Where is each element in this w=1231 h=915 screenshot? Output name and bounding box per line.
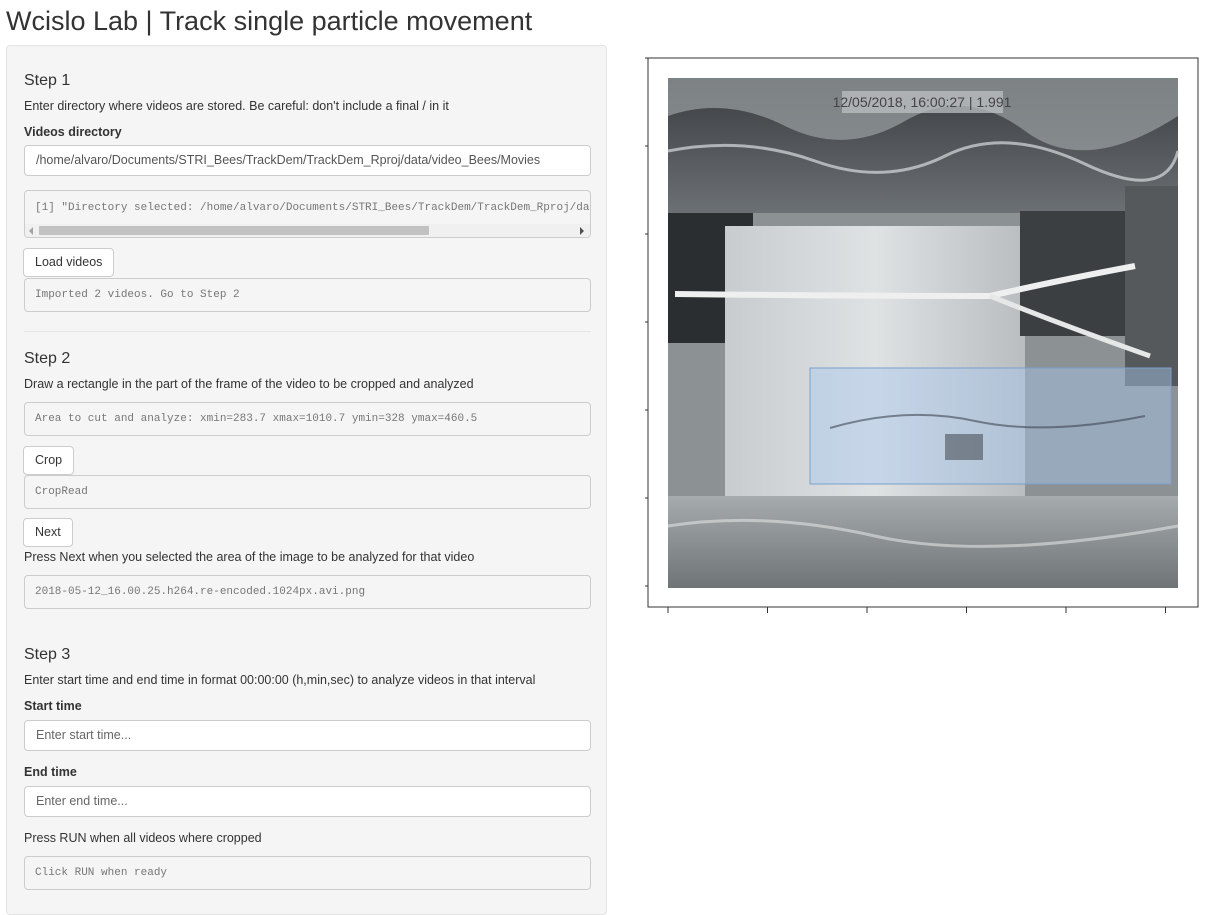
scrollbar-thumb[interactable]: [39, 226, 429, 235]
step1-title: Step 1: [24, 72, 71, 89]
step3-title: Step 3: [24, 646, 71, 663]
page-title: Wcislo Lab | Track single particle movem…: [6, 6, 533, 36]
crop-output: CropRead: [24, 475, 591, 509]
step3-help: Enter start time and end time in format …: [24, 673, 536, 687]
end-time-input[interactable]: Enter end time...: [24, 786, 591, 817]
video-frame-plot[interactable]: 12/05/2018, 16:00:27 | 1.991: [642, 56, 1205, 626]
load-videos-button[interactable]: Load videos: [23, 248, 115, 277]
crop-button[interactable]: Crop: [23, 446, 75, 475]
next-help: Press Next when you selected the area of…: [24, 550, 475, 564]
step2-title: Step 2: [24, 350, 71, 367]
plot-svg: 12/05/2018, 16:00:27 | 1.991: [642, 57, 1199, 613]
run-help: Press RUN when all videos where cropped: [24, 831, 262, 845]
directory-output: [1] "Directory selected: /home/alvaro/Do…: [24, 190, 591, 238]
scroll-right-icon[interactable]: [580, 227, 584, 235]
end-time-label: End time: [24, 765, 77, 779]
scroll-left-icon[interactable]: [29, 227, 33, 235]
start-time-label: Start time: [24, 699, 82, 713]
videos-directory-input[interactable]: /home/alvaro/Documents/STRI_Bees/TrackDe…: [24, 145, 591, 176]
directory-output-text: [1] "Directory selected: /home/alvaro/Do…: [35, 202, 591, 214]
load-output: Imported 2 videos. Go to Step 2: [24, 278, 591, 312]
sidebar-panel: Step 1 Enter directory where videos are …: [6, 45, 607, 915]
area-output: Area to cut and analyze: xmin=283.7 xmax…: [24, 402, 591, 436]
step1-help: Enter directory where videos are stored.…: [24, 99, 449, 113]
horizontal-scrollbar[interactable]: [25, 224, 590, 237]
next-button[interactable]: Next: [23, 518, 73, 547]
video-frame-image: 12/05/2018, 16:00:27 | 1.991: [667, 78, 1180, 588]
filename-output: 2018-05-12_16.00.25.h264.re-encoded.1024…: [24, 575, 591, 609]
divider: [24, 331, 591, 332]
selection-rectangle[interactable]: [809, 367, 1172, 485]
videos-directory-label: Videos directory: [24, 125, 122, 139]
run-output: Click RUN when ready: [24, 856, 591, 890]
frame-timestamp: 12/05/2018, 16:00:27 | 1.991: [833, 94, 1012, 110]
start-time-input[interactable]: Enter start time...: [24, 720, 591, 751]
x-axis-ticks: [667, 607, 1166, 613]
step2-help: Draw a rectangle in the part of the fram…: [24, 377, 474, 391]
